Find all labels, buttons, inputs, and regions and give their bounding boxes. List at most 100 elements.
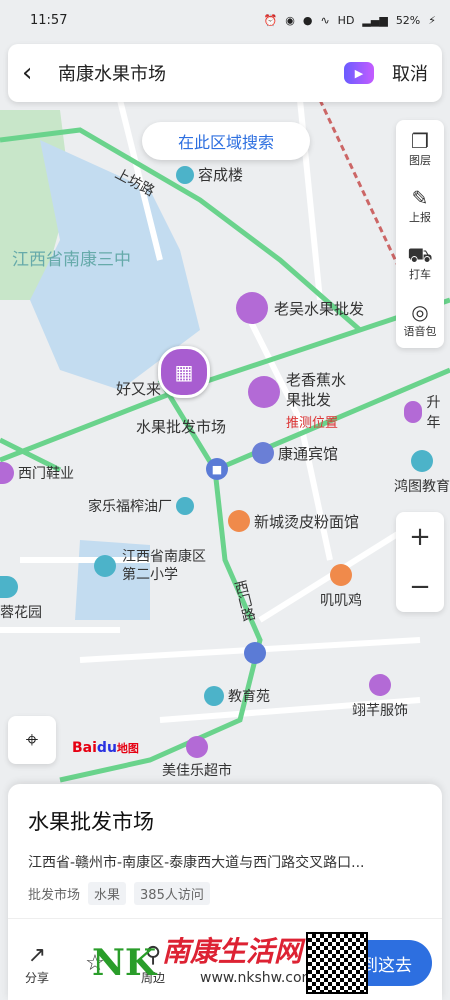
poi-hongtu[interactable]: 鸿图教育 <box>394 450 450 496</box>
search-bar: ‹ 南康水果市场 ▶ 取消 <box>8 44 442 102</box>
back-arrow-icon[interactable]: ‹ <box>22 58 58 88</box>
alarm-icon: ⏰ <box>263 13 278 27</box>
watermark-url: www.nkshw.com <box>200 970 316 986</box>
tool-label: 上报 <box>409 210 431 224</box>
poi-label: 江西省南康区第二小学 <box>122 549 206 583</box>
report-icon: ✎ <box>411 185 429 210</box>
residence-icon <box>0 576 18 598</box>
hotel-icon <box>252 442 274 464</box>
report-button[interactable]: ✎ 上报 <box>409 177 431 234</box>
residence-icon <box>204 686 224 706</box>
tool-label: 语音包 <box>403 324 437 338</box>
poi-label: 家乐福榨油厂 <box>88 499 172 515</box>
voice-pack-icon: ◎ <box>411 299 429 324</box>
poi-jiaoyu[interactable]: 教育苑 <box>204 686 270 706</box>
watermark-nk-logo: NK <box>92 942 157 984</box>
poi-laowu[interactable]: 老吴水果批发 <box>236 292 364 324</box>
poi-laoxiangjiao[interactable]: 老香蕉水果批发 <box>248 370 354 410</box>
restaurant-icon <box>228 510 250 532</box>
poi-label: 升年 <box>426 395 441 431</box>
poi-yixin[interactable]: 翊芊服饰 <box>352 674 408 720</box>
shop-icon <box>0 462 14 484</box>
zoom-control: + − <box>396 512 444 612</box>
place-category: 批发市场 <box>28 888 81 903</box>
place-title: 水果批发市场 <box>28 810 154 834</box>
poi-label: 美佳乐超市 <box>162 763 232 779</box>
poi-ronghuayuan[interactable]: 蓉花园 <box>0 576 42 622</box>
school-icon <box>94 555 116 577</box>
poi-label: 蓉花园 <box>0 605 42 621</box>
poi-haoyoulai: 好又来 <box>116 380 162 398</box>
poi-ximen-shoes[interactable]: 西门鞋业 <box>0 462 74 484</box>
mic-icon: ● <box>302 13 313 27</box>
bus-stop-icon[interactable] <box>244 642 266 664</box>
watermark-qr-code <box>306 932 368 994</box>
tag-fruit: 水果 <box>88 882 127 905</box>
charging-icon: ⚡ <box>428 13 436 27</box>
shop-icon <box>369 674 391 696</box>
building-icon <box>176 165 194 184</box>
poi-label: 老香蕉水果批发 <box>286 371 347 409</box>
tool-label: 打车 <box>408 267 431 281</box>
poi-rongcheng[interactable]: 容成楼 <box>176 164 243 185</box>
crosshair-icon: ⌖ <box>25 727 39 753</box>
action-label: 分享 <box>24 970 49 985</box>
baidu-map-logo: Baidu地图 <box>72 740 139 756</box>
area-label-school3: 江西省南康三中 <box>12 250 131 270</box>
restaurant-icon <box>330 564 352 586</box>
poi-school2[interactable]: 江西省南康区第二小学 <box>94 548 214 584</box>
wifi-icon: ∿ <box>320 13 330 27</box>
selected-poi-label: 水果批发市场 <box>136 418 227 436</box>
fruit-shop-icon <box>248 376 280 408</box>
layers-icon: ❐ <box>411 128 429 153</box>
zoom-out-button[interactable]: − <box>396 562 444 612</box>
search-query[interactable]: 南康水果市场 <box>58 60 344 86</box>
poi-label: 叽叽鸡 <box>320 593 362 609</box>
map-tools-panel: ❐ 图层 ✎ 上报 ⛟ 打车 ◎ 语音包 <box>396 120 444 348</box>
taxi-button[interactable]: ⛟ 打车 <box>407 234 432 291</box>
cancel-button[interactable]: 取消 <box>392 60 428 86</box>
zoom-in-button[interactable]: + <box>396 512 444 562</box>
search-this-area-button[interactable]: 在此区域搜索 <box>142 122 310 160</box>
tool-label: 图层 <box>409 153 431 167</box>
layers-button[interactable]: ❐ 图层 <box>409 120 431 177</box>
education-icon <box>411 450 433 472</box>
poi-label: 康通宾馆 <box>278 444 339 463</box>
locate-button[interactable]: ⌖ <box>8 716 56 764</box>
poi-label: 鸿图教育 <box>394 479 450 495</box>
poi-kangtong[interactable]: 康通宾馆 <box>252 442 338 464</box>
poi-label: 老吴水果批发 <box>274 299 365 318</box>
supermarket-icon <box>186 736 208 758</box>
voice-pack-button[interactable]: ◎ 语音包 <box>404 291 437 348</box>
poi-jiale[interactable]: 家乐福榨油厂 <box>88 496 194 516</box>
poi-shengnian[interactable]: 升年 <box>404 392 450 432</box>
poi-label: 容成楼 <box>198 166 244 184</box>
selected-poi-marker[interactable]: ▦ <box>158 346 210 398</box>
poi-meijiale[interactable]: 美佳乐超市 <box>162 736 232 780</box>
shop-icon <box>404 401 423 423</box>
taxi-icon: ⛟ <box>407 242 433 267</box>
estimated-location-label: 推测位置 <box>286 416 339 431</box>
location-icon: ◉ <box>285 13 295 27</box>
ar-view-icon[interactable]: ▶ <box>344 62 374 84</box>
card-divider <box>8 918 442 919</box>
tag-visits: 385人访问 <box>134 882 210 905</box>
signal-icon: ▂▄▆ <box>362 13 388 27</box>
poi-jiji[interactable]: 叽叽鸡 <box>320 564 362 610</box>
poi-label: 西门鞋业 <box>18 466 74 482</box>
poi-xincheng[interactable]: 新城烫皮粉面馆 <box>228 510 359 532</box>
battery-level: 52% <box>395 13 421 27</box>
poi-label: 翊芊服饰 <box>352 703 408 719</box>
status-time: 11:57 <box>30 12 68 28</box>
place-tags: 批发市场 水果 385人访问 <box>28 882 210 905</box>
fruit-shop-icon <box>236 292 268 324</box>
watermark-site-name: 南康生活网 <box>162 935 303 968</box>
bus-stop-icon[interactable]: ■ <box>206 458 228 480</box>
share-button[interactable]: ↗ 分享 <box>8 943 66 986</box>
shopping-bag-icon: ▦ <box>158 346 210 398</box>
status-bar: 11:57 ⏰ ◉ ● ∿ HD ▂▄▆ 52% ⚡ <box>0 0 450 40</box>
poi-label: 教育苑 <box>228 689 270 705</box>
poi-label: 新城烫皮粉面馆 <box>254 512 360 531</box>
status-icons: ⏰ ◉ ● ∿ HD ▂▄▆ 52% ⚡ <box>264 14 436 27</box>
place-address: 江西省-赣州市-南康区-泰康西大道与西门路交叉路口... <box>28 855 365 871</box>
